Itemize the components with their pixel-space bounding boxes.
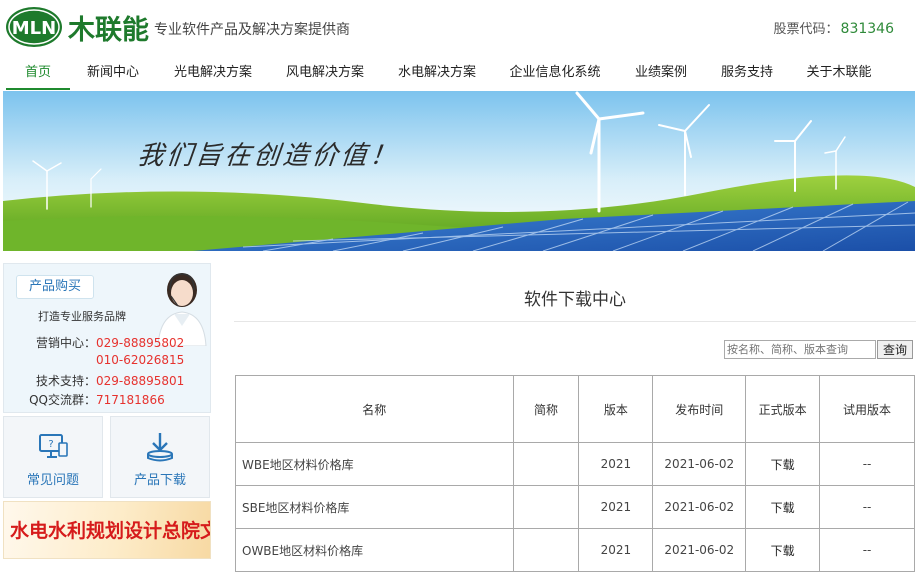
banner-slogan: 我们旨在创造价值！ xyxy=(136,141,401,171)
col-header-official: 正式版本 xyxy=(745,375,821,443)
product-download-button[interactable]: 产品下载 xyxy=(110,416,210,498)
sales-label: 营销中心： xyxy=(35,336,96,350)
nav-wind-solutions[interactable]: 风电解决方案 xyxy=(278,58,372,88)
nav-home[interactable]: 首页 xyxy=(6,58,70,90)
nav-cases[interactable]: 业绩案例 xyxy=(626,58,696,88)
col-header-version: 版本 xyxy=(578,375,654,443)
nav-support[interactable]: 服务支持 xyxy=(712,58,782,88)
download-link[interactable]: 下载 xyxy=(745,528,821,572)
sales-phone-1: 029-88895802 xyxy=(96,336,185,350)
product-purchase-panel: 产品购买 打造专业服务品牌 营销中心：029-88895802 010-6202… xyxy=(3,263,211,413)
download-link[interactable]: 下载 xyxy=(745,442,821,486)
sidebar: 产品购买 打造专业服务品牌 营销中心：029-88895802 010-6202… xyxy=(3,263,211,566)
site-slogan: 专业软件产品及解决方案提供商 xyxy=(154,22,350,38)
download-center: 软件下载中心 查询 名称 简称 版本 发布时间 正式版本 试用版本 WBE地区材… xyxy=(234,263,916,572)
table-row: OWBE地区材料价格库 2021 2021-06-02 下载 -- xyxy=(235,528,915,572)
title-divider xyxy=(234,321,916,322)
qq-row: QQ交流群：717181866 xyxy=(4,391,165,408)
cell-date: 2021-06-02 xyxy=(652,528,747,572)
cell-abbr xyxy=(512,442,580,486)
sales-phone-2: 010-62026815 xyxy=(96,353,185,367)
cell-abbr xyxy=(512,528,580,572)
logo-mln-text: MLN xyxy=(12,18,56,39)
faq-button[interactable]: ? 常见问题 xyxy=(3,416,103,498)
nav-news[interactable]: 新闻中心 xyxy=(78,58,148,88)
nav-about[interactable]: 关于木联能 xyxy=(798,58,880,88)
site-logo[interactable]: MLN 木联能 xyxy=(6,6,150,48)
cell-trial: -- xyxy=(819,528,915,572)
logo-brand-text: 木联能 xyxy=(67,14,149,46)
table-row: SBE地区材料价格库 2021 2021-06-02 下载 -- xyxy=(235,485,915,529)
cell-version: 2021 xyxy=(578,528,654,572)
cell-name: SBE地区材料价格库 xyxy=(235,485,514,529)
cell-name: OWBE地区材料价格库 xyxy=(235,528,514,572)
product-purchase-tag[interactable]: 产品购买 xyxy=(16,275,94,299)
qq-label: QQ交流群： xyxy=(29,393,96,407)
hydro-institute-document-text: 水电水利规划设计总院文件 xyxy=(10,520,210,542)
cell-name: WBE地区材料价格库 xyxy=(235,442,514,486)
support-label: 技术支持： xyxy=(35,374,96,388)
stock-code: 831346 xyxy=(840,21,894,37)
col-header-abbr: 简称 xyxy=(512,375,580,443)
cell-version: 2021 xyxy=(578,442,654,486)
faq-monitor-icon: ? xyxy=(39,434,68,458)
download-label: 产品下载 xyxy=(133,473,186,488)
brand-tagline: 打造专业服务品牌 xyxy=(38,310,126,323)
faq-label: 常见问题 xyxy=(26,473,79,488)
table-row: WBE地区材料价格库 2021 2021-06-02 下载 -- xyxy=(235,442,915,486)
nav-solar-solutions[interactable]: 光电解决方案 xyxy=(166,58,260,88)
stock-info: 股票代码： 831346 xyxy=(774,18,894,37)
svg-text:?: ? xyxy=(48,439,53,450)
nav-enterprise-systems[interactable]: 企业信息化系统 xyxy=(502,58,608,88)
support-phone: 029-88895801 xyxy=(96,374,185,388)
sales-row-1: 营销中心：029-88895802 xyxy=(4,334,184,351)
col-header-trial: 试用版本 xyxy=(819,375,915,443)
download-table: 名称 简称 版本 发布时间 正式版本 试用版本 WBE地区材料价格库 2021 … xyxy=(235,375,915,572)
page-title: 软件下载中心 xyxy=(524,290,626,310)
qq-group-number: 717181866 xyxy=(96,393,165,407)
col-header-name: 名称 xyxy=(235,375,514,443)
sales-row-2: 010-62026815 xyxy=(96,353,184,367)
hero-banner: 我们旨在创造价值！ xyxy=(3,91,915,251)
col-header-release-date: 发布时间 xyxy=(652,375,747,443)
cell-version: 2021 xyxy=(578,485,654,529)
table-header-row: 名称 简称 版本 发布时间 正式版本 试用版本 xyxy=(235,375,915,443)
nav-hydro-solutions[interactable]: 水电解决方案 xyxy=(390,58,484,88)
site-header: MLN 木联能 专业软件产品及解决方案提供商 股票代码： 831346 xyxy=(0,0,918,56)
hydro-institute-document-banner[interactable]: 水电水利规划设计总院文件 xyxy=(3,501,211,559)
cell-date: 2021-06-02 xyxy=(652,485,747,529)
search-button[interactable]: 查询 xyxy=(877,340,913,359)
download-link[interactable]: 下载 xyxy=(745,485,821,529)
logo-graphic: MLN 木联能 xyxy=(6,7,149,47)
cell-date: 2021-06-02 xyxy=(652,442,747,486)
stock-label: 股票代码： xyxy=(773,22,839,37)
support-row: 技术支持：029-88895801 xyxy=(4,372,184,389)
main-nav: 首页 新闻中心 光电解决方案 风电解决方案 水电解决方案 企业信息化系统 业绩案… xyxy=(0,58,918,90)
cell-trial: -- xyxy=(819,485,915,529)
download-icon xyxy=(147,433,173,462)
cell-trial: -- xyxy=(819,442,915,486)
search-input[interactable] xyxy=(724,340,876,359)
cell-abbr xyxy=(512,485,580,529)
